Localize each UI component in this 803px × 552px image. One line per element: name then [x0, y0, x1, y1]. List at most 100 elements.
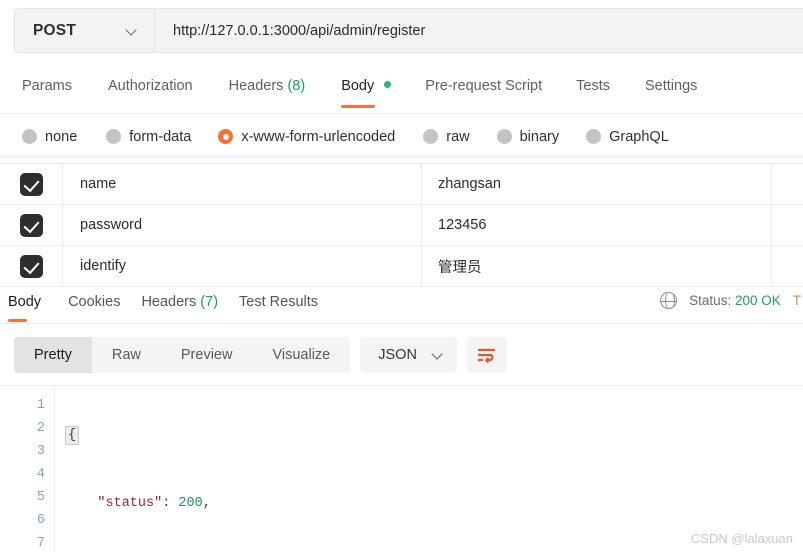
response-tab-test-results[interactable]: Test Results	[239, 288, 318, 322]
response-format-label: JSON	[378, 347, 417, 363]
param-description-cell[interactable]	[772, 164, 803, 204]
response-view-mode-group: Pretty Raw Preview Visualize	[14, 337, 351, 373]
response-body-viewer[interactable]: 1 2 3 4 5 6 7 { "status": 200, "message"…	[0, 385, 803, 552]
view-mode-raw[interactable]: Raw	[92, 337, 161, 373]
tab-params-label: Params	[22, 78, 72, 94]
json-code-content[interactable]: { "status": 200, "message": "注册成功", "nam…	[55, 386, 803, 552]
tab-underline	[8, 319, 28, 322]
param-description-cell[interactable]	[772, 205, 803, 245]
word-wrap-icon	[477, 348, 495, 363]
line-number: 7	[36, 536, 45, 551]
tab-authorization[interactable]: Authorization	[108, 68, 193, 108]
body-type-x-www-form-urlencoded[interactable]: x-www-form-urlencoded	[218, 129, 395, 145]
tab-tests[interactable]: Tests	[576, 68, 610, 108]
tab-authorization-label: Authorization	[107, 78, 193, 94]
body-type-x-www-form-urlencoded-label: x-www-form-urlencoded	[241, 128, 396, 145]
view-mode-preview[interactable]: Preview	[161, 337, 253, 373]
row-enable-cell	[0, 246, 63, 286]
body-type-binary-label: binary	[519, 128, 560, 145]
tab-headers-count: (8)	[287, 78, 306, 94]
checkbox-checked-icon[interactable]	[19, 254, 43, 278]
tab-headers-label: Headers	[228, 78, 284, 94]
tab-body[interactable]: Body	[341, 68, 392, 108]
json-comma: ,	[202, 496, 211, 511]
json-value: 200	[178, 496, 203, 511]
json-key: "status"	[97, 496, 163, 511]
body-type-none-label: none	[45, 128, 78, 145]
tab-tests-label: Tests	[576, 78, 610, 94]
param-description-cell[interactable]	[772, 246, 803, 286]
request-body-params-table: name zhangsan password 123456 identify 管…	[0, 157, 803, 287]
body-type-graphql-label: GraphQL	[609, 128, 669, 145]
body-present-dot-icon	[384, 81, 392, 88]
line-number: 3	[36, 444, 45, 459]
response-tab-bar: Body Cookies Headers (7) Test Results St…	[0, 288, 803, 324]
tab-pre-request-script[interactable]: Pre-request Script	[425, 68, 542, 108]
response-tab-cookies[interactable]: Cookies	[68, 288, 120, 322]
line-number-gutter: 1 2 3 4 5 6 7	[0, 386, 55, 552]
chevron-down-icon	[127, 25, 138, 36]
code-line-2: "status": 200,	[97, 496, 211, 511]
response-tab-body[interactable]: Body	[8, 288, 41, 322]
http-method-selector[interactable]: POST	[15, 9, 155, 52]
response-tab-headers-count: (7)	[200, 294, 219, 310]
time-label-truncated: T	[792, 293, 801, 308]
view-mode-pretty[interactable]: Pretty	[14, 337, 92, 373]
checkbox-checked-icon[interactable]	[19, 172, 43, 196]
status-badge: 200 OK	[734, 293, 781, 308]
globe-icon[interactable]	[659, 291, 678, 310]
body-type-graphql[interactable]: GraphQL	[586, 129, 669, 145]
radio-icon	[423, 129, 439, 144]
watermark: CSDN @lalaxuan	[690, 531, 793, 546]
checkbox-checked-icon[interactable]	[19, 213, 43, 237]
request-tab-bar: Params Authorization Headers (8) Body Pr…	[0, 68, 803, 114]
response-viewer-toolbar: Pretty Raw Preview Visualize JSON	[14, 337, 507, 373]
line-number: 5	[36, 490, 45, 505]
param-key-cell[interactable]: password	[63, 205, 422, 245]
table-row[interactable]: identify 管理员	[0, 246, 803, 287]
table-row[interactable]: name zhangsan	[0, 164, 803, 205]
request-url-bar: POST	[14, 8, 803, 53]
radio-selected-icon	[218, 129, 234, 144]
tab-settings-label: Settings	[644, 78, 698, 94]
row-enable-cell	[0, 205, 63, 245]
row-enable-cell	[0, 164, 63, 204]
param-value-cell[interactable]: 123456	[422, 205, 772, 245]
tab-params[interactable]: Params	[22, 68, 72, 108]
word-wrap-button[interactable]	[466, 337, 507, 373]
response-status-bar: Status: 200 OK T	[659, 291, 803, 310]
response-tab-headers[interactable]: Headers (7)	[141, 288, 218, 322]
body-type-form-data-label: form-data	[129, 128, 192, 145]
status-label: Status:	[689, 293, 732, 308]
response-tab-test-results-label: Test Results	[239, 294, 319, 310]
status-group: Status: 200 OK	[689, 293, 781, 308]
tab-headers[interactable]: Headers (8)	[229, 68, 306, 108]
line-number: 1	[36, 398, 45, 413]
response-tab-cookies-label: Cookies	[68, 294, 121, 310]
body-type-radio-group: none form-data x-www-form-urlencoded raw…	[0, 118, 803, 156]
body-type-form-data[interactable]: form-data	[106, 129, 191, 145]
line-number: 2	[36, 421, 45, 436]
request-url-input[interactable]	[155, 9, 803, 52]
body-type-binary[interactable]: binary	[496, 128, 560, 145]
param-value-cell[interactable]: zhangsan	[422, 164, 772, 204]
radio-icon	[106, 129, 122, 144]
tab-settings[interactable]: Settings	[645, 68, 697, 108]
code-line-1: {	[65, 424, 803, 447]
radio-icon	[586, 129, 602, 144]
radio-icon	[22, 129, 37, 144]
line-number: 4	[36, 467, 45, 482]
body-type-raw[interactable]: raw	[423, 128, 470, 145]
table-row[interactable]: password 123456	[0, 205, 803, 246]
line-number: 6	[36, 513, 45, 528]
response-tab-body-label: Body	[8, 294, 42, 310]
view-mode-visualize[interactable]: Visualize	[252, 337, 350, 373]
response-tab-headers-label: Headers	[141, 294, 197, 310]
tab-body-label: Body	[341, 78, 375, 94]
body-type-none[interactable]: none	[22, 129, 77, 145]
param-value-cell[interactable]: 管理员	[422, 246, 772, 286]
body-type-raw-label: raw	[446, 128, 470, 145]
param-key-cell[interactable]: identify	[63, 246, 422, 286]
param-key-cell[interactable]: name	[63, 164, 422, 204]
response-format-selector[interactable]: JSON	[360, 337, 457, 373]
